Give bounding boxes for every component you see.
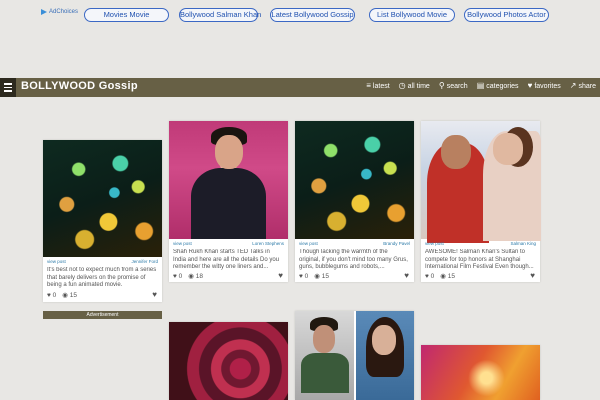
bars-sort-icon: ≡ bbox=[366, 81, 371, 90]
post-description: It's best not to expect much from a seri… bbox=[47, 267, 157, 288]
search-icon: ⚲ bbox=[438, 81, 445, 90]
ad-link-latest-bollywood-gossip[interactable]: Latest Bollywood Gossip bbox=[270, 8, 355, 22]
post-thumbnail[interactable] bbox=[421, 345, 540, 400]
post-stats: ♥ 0 ◉ 18 bbox=[173, 272, 204, 281]
advertisement-label: Advertisement bbox=[43, 311, 162, 319]
ad-link-list-bollywood-movie[interactable]: List Bollywood Movie bbox=[369, 8, 455, 22]
main-navbar: BOLLYWOOD Gossip ≡ latest ◷ all time ⚲ s… bbox=[0, 78, 600, 97]
author-link[interactable]: Loren Stephens bbox=[252, 241, 284, 246]
ad-link-bollywood-salman-khan[interactable]: Bollywood Salman Khan bbox=[179, 8, 261, 22]
post-card[interactable] bbox=[169, 322, 288, 400]
view-count: ◉ 15 bbox=[314, 273, 330, 280]
view-post-link[interactable]: view post bbox=[425, 241, 444, 246]
view-count: ◉ 18 bbox=[188, 273, 204, 280]
post-thumbnail[interactable] bbox=[169, 322, 288, 400]
hamburger-icon bbox=[4, 83, 12, 85]
nav-latest[interactable]: ≡ latest bbox=[366, 82, 389, 90]
view-post-link[interactable]: view post bbox=[47, 259, 66, 264]
post-thumbnail[interactable] bbox=[169, 121, 288, 239]
nav-favorites[interactable]: ♥ favorites bbox=[528, 82, 561, 90]
post-thumbnail[interactable] bbox=[421, 121, 541, 243]
eye-icon: ◉ bbox=[62, 292, 68, 299]
author-link[interactable]: Salman King bbox=[510, 241, 536, 246]
nav-search[interactable]: ⚲ search bbox=[439, 82, 468, 90]
post-thumbnail[interactable] bbox=[43, 140, 162, 257]
post-description: Though lacking the warmth of the origina… bbox=[299, 249, 408, 270]
author-link[interactable]: Brandy Pavel bbox=[383, 241, 410, 246]
post-card[interactable] bbox=[421, 345, 540, 400]
post-card[interactable]: view post Jennifer Ford It's best not to… bbox=[43, 140, 162, 302]
ad-link-bollywood-photos-actor[interactable]: Bollywood Photos Actor bbox=[464, 8, 549, 22]
heart-icon: ♥ bbox=[173, 272, 177, 280]
view-post-link[interactable]: view post bbox=[173, 241, 192, 246]
like-count: ♥ 0 bbox=[425, 272, 435, 280]
like-count: ♥ 0 bbox=[173, 272, 183, 280]
post-description: AWESOME! Salman Khan's Sultan to compete… bbox=[425, 249, 534, 270]
hamburger-menu-button[interactable] bbox=[0, 78, 16, 97]
eye-icon: ◉ bbox=[314, 273, 320, 280]
post-meta: view post Loren Stephens bbox=[173, 241, 284, 246]
post-meta: view post Brandy Pavel bbox=[299, 241, 410, 246]
share-icon: ↗ bbox=[569, 81, 577, 90]
view-post-link[interactable]: view post bbox=[299, 241, 318, 246]
favorite-heart-icon[interactable]: ♥ bbox=[152, 290, 157, 299]
nav-menu: ≡ latest ◷ all time ⚲ search ▤ categorie… bbox=[366, 82, 596, 90]
heart-icon: ♥ bbox=[47, 291, 51, 299]
folder-icon: ▤ bbox=[476, 81, 485, 90]
nav-categories[interactable]: ▤ categories bbox=[477, 82, 519, 90]
site-title[interactable]: BOLLYWOOD Gossip bbox=[21, 80, 138, 92]
clock-icon: ◷ bbox=[398, 81, 406, 90]
post-meta: view post Salman King bbox=[425, 241, 536, 246]
eye-icon: ◉ bbox=[188, 273, 194, 280]
post-card[interactable]: view post Loren Stephens Shah Rukh Khan … bbox=[169, 121, 288, 282]
post-meta: view post Jennifer Ford bbox=[47, 259, 158, 264]
view-count: ◉ 15 bbox=[62, 292, 78, 299]
post-card[interactable] bbox=[295, 311, 414, 400]
view-count: ◉ 15 bbox=[440, 273, 456, 280]
ad-link-movies-movie[interactable]: Movies Movie bbox=[84, 8, 169, 22]
heart-icon: ♥ bbox=[425, 272, 429, 280]
author-link[interactable]: Jennifer Ford bbox=[131, 259, 158, 264]
post-card[interactable]: view post Brandy Pavel Though lacking th… bbox=[295, 121, 414, 282]
favorite-heart-icon[interactable]: ♥ bbox=[530, 271, 535, 280]
eye-icon: ◉ bbox=[440, 273, 446, 280]
post-card[interactable]: view post Salman King AWESOME! Salman Kh… bbox=[421, 121, 541, 282]
heart-icon: ♥ bbox=[527, 81, 533, 90]
post-thumbnail[interactable] bbox=[295, 121, 414, 239]
post-description: Shah Rukh Khan starts TED Talks in India… bbox=[173, 249, 280, 270]
nav-share[interactable]: ↗ share bbox=[570, 82, 596, 90]
post-thumbnail[interactable] bbox=[356, 311, 414, 400]
like-count: ♥ 0 bbox=[299, 272, 309, 280]
post-stats: ♥ 0 ◉ 15 bbox=[299, 272, 330, 281]
heart-icon: ♥ bbox=[299, 272, 303, 280]
like-count: ♥ 0 bbox=[47, 291, 57, 299]
favorite-heart-icon[interactable]: ♥ bbox=[404, 271, 409, 280]
post-stats: ♥ 0 ◉ 15 bbox=[425, 272, 456, 281]
post-stats: ♥ 0 ◉ 15 bbox=[47, 291, 78, 300]
ad-links-bar: Movies Movie Bollywood Salman Khan Lates… bbox=[0, 8, 600, 24]
nav-all-time[interactable]: ◷ all time bbox=[399, 82, 430, 90]
post-thumbnail[interactable] bbox=[295, 311, 354, 400]
favorite-heart-icon[interactable]: ♥ bbox=[278, 271, 283, 280]
